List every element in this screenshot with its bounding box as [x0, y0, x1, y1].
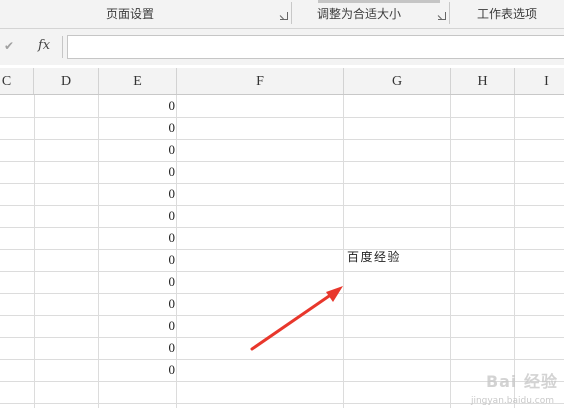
watermark-logo: Bai 经验: [485, 372, 558, 391]
red-arrow-icon: [250, 286, 343, 351]
watermark-url: jingyan.baidu.com: [470, 396, 554, 406]
arrow-shaft: [250, 292, 334, 351]
arrow-head: [326, 286, 343, 302]
